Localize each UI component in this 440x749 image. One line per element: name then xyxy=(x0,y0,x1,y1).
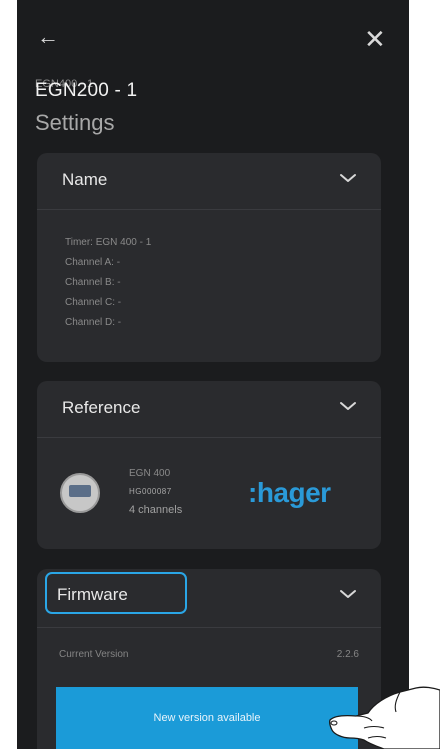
reference-card-title: Reference xyxy=(62,398,141,417)
reference-details: EGN 400 HG000087 4 channels xyxy=(129,465,182,519)
product-code: HG000087 xyxy=(129,487,172,496)
channel-c-name: Channel C: - xyxy=(65,297,122,308)
current-version-label: Current Version xyxy=(59,649,129,660)
device-screen-icon xyxy=(69,485,91,497)
channel-count: 4 channels xyxy=(129,504,183,516)
name-details: Timer: EGN 400 - 1 Channel A: - Channel … xyxy=(65,233,151,333)
product-model: EGN 400 xyxy=(129,468,171,479)
pointing-hand-icon xyxy=(328,686,440,749)
channel-a-name: Channel A: - xyxy=(65,257,121,268)
name-card-title: Name xyxy=(62,170,108,189)
reference-card-header[interactable]: Reference xyxy=(37,381,381,438)
channel-d-name: Channel D: - xyxy=(65,317,122,328)
timer-name: Timer: EGN 400 - 1 xyxy=(65,237,152,248)
reference-card: Reference EGN 400 HG000087 4 channels :h… xyxy=(37,381,381,549)
device-name: EGN200 - 1 xyxy=(35,80,138,101)
chevron-down-icon[interactable] xyxy=(339,397,357,415)
app-screen: ← ✕ EGN400 - 1 EGN200 - 1 Settings Name … xyxy=(17,0,409,749)
current-version-value: 2.2.6 xyxy=(336,649,359,660)
current-version-row: Current Version 2.2.6 xyxy=(59,649,359,660)
page-title: Settings xyxy=(35,110,115,135)
name-card: Name Timer: EGN 400 - 1 Channel A: - Cha… xyxy=(37,153,381,362)
firmware-card-title: Firmware xyxy=(57,585,128,604)
channel-b-name: Channel B: - xyxy=(65,277,121,288)
close-icon[interactable]: ✕ xyxy=(364,26,386,52)
update-firmware-button[interactable]: New version available xyxy=(56,687,358,749)
hager-logo: :hager xyxy=(248,477,331,508)
firmware-card-header[interactable]: Firmware xyxy=(37,569,381,628)
chevron-down-icon[interactable] xyxy=(339,585,357,603)
chevron-down-icon[interactable] xyxy=(339,169,357,187)
device-thumbnail xyxy=(60,473,100,513)
arrow-left-icon[interactable]: ← xyxy=(37,26,59,48)
name-card-header[interactable]: Name xyxy=(37,153,381,210)
